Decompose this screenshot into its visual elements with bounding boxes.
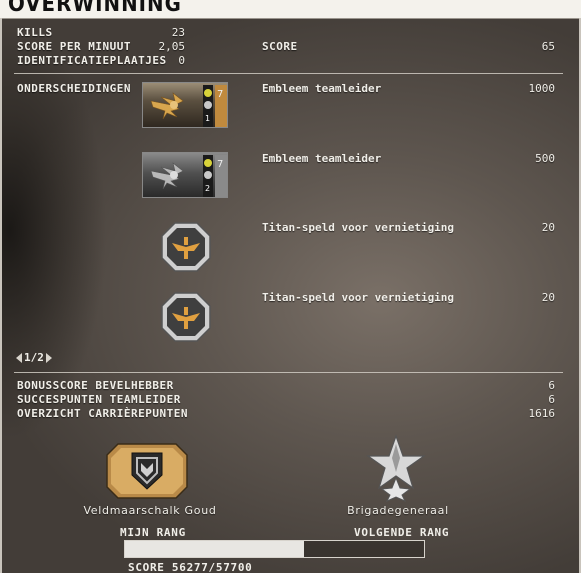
page-title: OVERWINNING [8,0,182,17]
divider [14,372,563,373]
divider [14,73,563,74]
stat-value-score-per-minute: 2,05 [158,40,186,53]
svg-text:7: 7 [217,159,223,170]
award-value: 500 [535,152,555,165]
awards-pager: 1/2 [16,351,52,364]
award-name: Titan-speld voor vernietiging [262,221,455,234]
award-value: 1000 [528,82,556,95]
left-border [0,18,2,573]
bonus-label-squad-leader: SUCCESPUNTEN TEAMLEIDER [17,393,181,406]
award-value: 20 [541,291,555,304]
prev-page-arrow-icon[interactable] [16,353,22,363]
svg-text:1: 1 [205,114,210,123]
bonus-value-career-points: 1616 [528,407,556,420]
bonus-label-career-points: OVERZICHT CARRIÈREPUNTEN [17,407,188,420]
score-label: SCORE [262,40,298,53]
field-marshal-gold-rank-icon [106,443,188,499]
award-name: Titan-speld voor vernietiging [262,291,455,304]
after-action-report-screen: OVERWINNING KILLS 23 SCORE PER MINUUT 2,… [0,0,581,573]
bonus-value-commander: 6 [548,379,555,392]
stat-value-dog-tags: 0 [178,54,185,67]
score-value: 65 [541,40,555,53]
next-page-arrow-icon[interactable] [45,353,52,363]
next-rank-name: Brigadegeneraal [347,504,449,517]
bonus-value-squad-leader: 6 [548,393,555,406]
rank-progress-fill [125,541,305,557]
rank-progress-score: SCORE 56277/57700 [128,561,253,573]
bonus-label-commander: BONUSSCORE BEVELHEBBER [17,379,174,392]
current-rank-name: Veldmaarschalk Goud [83,504,217,517]
next-rank-header: VOLGENDE RANG [354,526,450,539]
awards-label: ONDERSCHEIDINGEN [17,82,131,95]
current-rank-header: MIJN RANG [120,526,186,539]
page-indicator: 1/2 [24,351,44,364]
award-name: Embleem teamleider [262,82,382,95]
stat-label-score-per-minute: SCORE PER MINUUT [17,40,131,53]
award-value: 20 [541,221,555,234]
silver-eagle-emblem-icon: 2 7 [142,152,228,198]
brigadier-general-star-rank-icon [366,434,426,502]
titan-pin-icon [161,292,211,342]
stat-value-kills: 23 [171,26,185,39]
svg-text:7: 7 [217,89,223,100]
title-bar: OVERWINNING [0,0,581,19]
rank-progress-bar [124,540,425,558]
award-name: Embleem teamleider [262,152,382,165]
svg-text:2: 2 [205,184,210,193]
stat-label-kills: KILLS [17,26,53,39]
gold-eagle-emblem-icon: 1 7 [142,82,228,128]
titan-pin-icon [161,222,211,272]
